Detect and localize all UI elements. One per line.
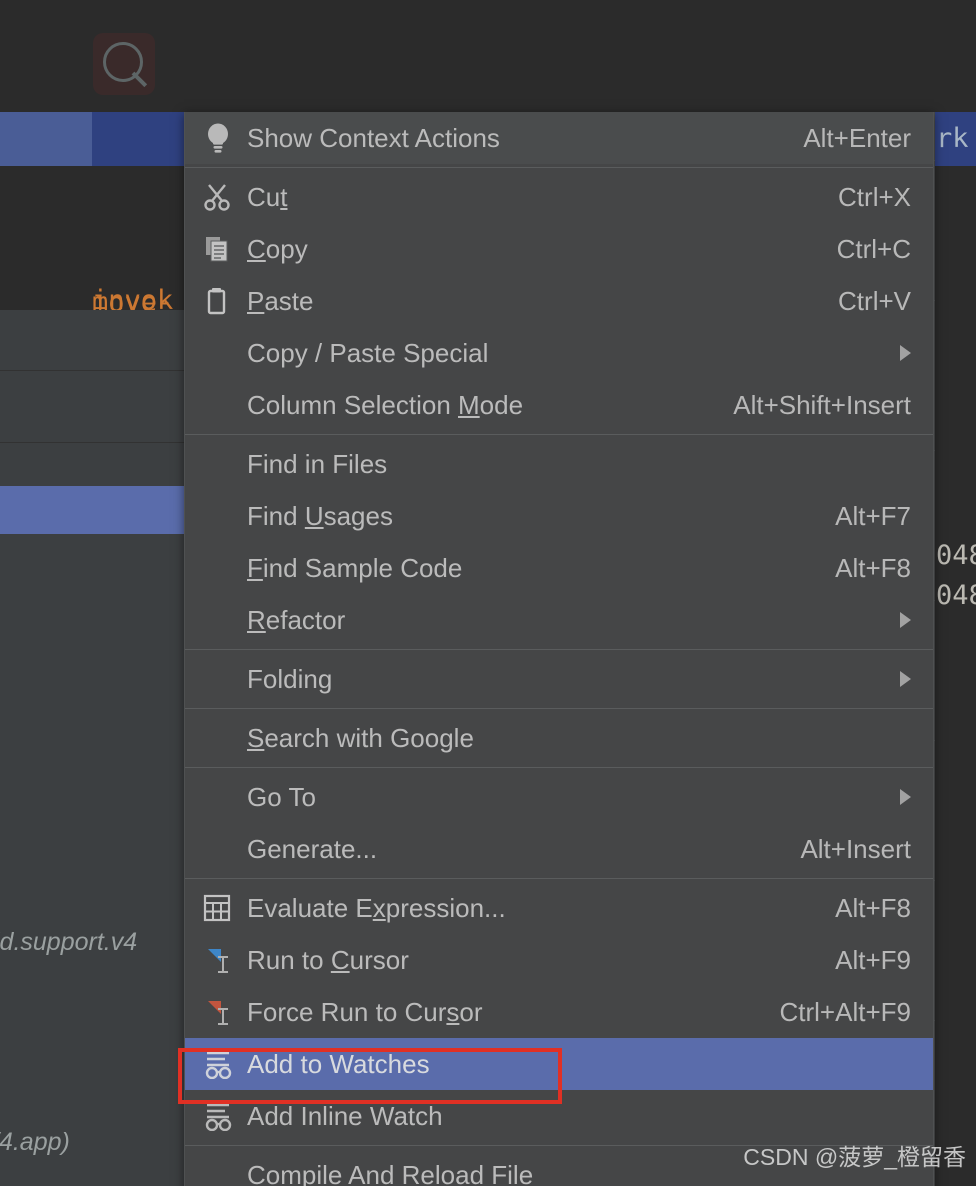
chevron-right-icon — [900, 789, 911, 805]
panel-row-selected[interactable] — [0, 486, 184, 534]
chevron-right-icon — [900, 671, 911, 687]
menu-item-search-with-google[interactable]: Search with Google — [185, 712, 933, 764]
no-icon — [203, 388, 247, 422]
menu-item-label: Find Sample Code — [247, 552, 463, 583]
menu-separator — [185, 649, 933, 650]
menu-item-label: Search with Google — [247, 722, 474, 753]
panel-fragment-support-v4: id.support.v4 — [0, 928, 138, 956]
menu-item-label: Find in Files — [247, 448, 388, 479]
menu-item-find-in-files[interactable]: Find in Files — [185, 438, 933, 490]
chevron-right-icon — [900, 612, 911, 628]
chevron-right-icon — [900, 345, 911, 361]
menu-item-find-sample-code[interactable]: Find Sample Code Alt+F8 — [185, 542, 933, 594]
editor-right-fragment-rk: rk — [936, 123, 969, 154]
gutter-selection — [0, 112, 92, 166]
menu-separator — [185, 434, 933, 435]
run-to-cursor-icon — [203, 943, 247, 977]
menu-item-go-to[interactable]: Go To — [185, 771, 933, 823]
menu-separator — [185, 167, 933, 168]
scissors-icon — [203, 180, 247, 214]
panel-row[interactable] — [0, 534, 184, 834]
search-magnifier-icon — [93, 33, 155, 95]
menu-item-show-context-actions[interactable]: Show Context Actions Alt+Enter — [185, 112, 933, 164]
menu-item-shortcut: Alt+Shift+Insert — [733, 389, 911, 420]
menu-item-copy[interactable]: Copy Ctrl+C — [185, 223, 933, 275]
menu-item-evaluate-expression[interactable]: Evaluate Expression... Alt+F8 — [185, 882, 933, 934]
clipboard-icon — [203, 284, 247, 318]
force-run-to-cursor-icon — [203, 995, 247, 1029]
menu-item-label: Show Context Actions — [247, 122, 500, 153]
lightbulb-icon — [203, 121, 247, 155]
menu-item-label: Column Selection Mode — [247, 389, 524, 420]
menu-item-label: Paste — [247, 285, 314, 316]
menu-item-shortcut: Ctrl+C — [836, 233, 911, 264]
menu-item-label: Force Run to Cursor — [247, 996, 483, 1027]
menu-item-add-inline-watch[interactable]: Add Inline Watch — [185, 1090, 933, 1142]
menu-item-label: Copy — [247, 233, 308, 264]
menu-item-paste[interactable]: Paste Ctrl+V — [185, 275, 933, 327]
menu-item-run-to-cursor[interactable]: Run to Cursor Alt+F9 — [185, 934, 933, 986]
menu-item-shortcut: Ctrl+V — [838, 285, 911, 316]
menu-item-label: Refactor — [247, 604, 346, 635]
no-icon — [203, 603, 247, 637]
no-icon — [203, 447, 247, 481]
evaluate-expression-icon — [203, 891, 247, 925]
editor-right-fragment-048-b: 048 — [936, 580, 976, 611]
menu-separator — [185, 708, 933, 709]
menu-item-shortcut: Alt+Enter — [803, 122, 911, 153]
menu-item-label: Cut — [247, 181, 288, 212]
menu-item-cut[interactable]: Cut Ctrl+X — [185, 171, 933, 223]
no-icon — [203, 499, 247, 533]
panel-row[interactable] — [0, 370, 184, 443]
no-icon — [203, 551, 247, 585]
no-icon — [203, 662, 247, 696]
menu-item-find-usages[interactable]: Find Usages Alt+F7 — [185, 490, 933, 542]
no-icon — [203, 780, 247, 814]
menu-item-force-run-to-cursor[interactable]: Force Run to Cursor Ctrl+Alt+F9 — [185, 986, 933, 1038]
menu-separator — [185, 767, 933, 768]
panel-divider-right-2 — [934, 112, 935, 1186]
menu-item-shortcut: Alt+F9 — [835, 944, 911, 975]
menu-item-label: Copy / Paste Special — [247, 337, 489, 368]
menu-separator — [185, 878, 933, 879]
watches-icon — [203, 1047, 247, 1081]
panel-row[interactable] — [0, 442, 184, 487]
editor-right-fragment-048-a: 048 — [936, 540, 976, 571]
menu-item-label: Run to Cursor — [247, 944, 409, 975]
menu-item-shortcut: Alt+F7 — [835, 500, 911, 531]
menu-item-label: Folding — [247, 663, 333, 694]
menu-item-shortcut: Ctrl+Alt+F9 — [779, 996, 912, 1027]
menu-item-label: Find Usages — [247, 500, 393, 531]
editor-context-menu[interactable]: Show Context Actions Alt+Enter Cut Ctrl+… — [184, 112, 934, 1186]
magnifier-handle-icon — [131, 71, 148, 88]
menu-item-copy-paste-special[interactable]: Copy / Paste Special — [185, 327, 933, 379]
menu-item-shortcut: Alt+F8 — [835, 552, 911, 583]
menu-item-add-to-watches[interactable]: Add to Watches — [185, 1038, 933, 1090]
menu-item-shortcut: Alt+Insert — [800, 833, 911, 864]
menu-item-label: Evaluate Expression... — [247, 892, 506, 923]
copy-icon — [203, 232, 247, 266]
no-icon — [203, 721, 247, 755]
panel-row[interactable] — [0, 310, 184, 371]
menu-item-generate[interactable]: Generate... Alt+Insert — [185, 823, 933, 875]
menu-item-label: Go To — [247, 781, 316, 812]
menu-item-label: Add to Watches — [247, 1048, 430, 1079]
menu-item-label: Generate... — [247, 833, 378, 864]
menu-item-column-selection-mode[interactable]: Column Selection Mode Alt+Shift+Insert — [185, 379, 933, 431]
menu-item-shortcut: Alt+F8 — [835, 892, 911, 923]
debugger-frames-panel — [0, 310, 184, 1186]
panel-fragment-v4-app: /4.app) — [0, 1128, 70, 1156]
no-icon — [203, 832, 247, 866]
watches-icon — [203, 1099, 247, 1133]
csdn-watermark: CSDN @菠萝_橙留香 — [743, 1144, 966, 1170]
menu-item-shortcut: Ctrl+X — [838, 181, 911, 212]
no-icon — [203, 1158, 247, 1186]
menu-item-folding[interactable]: Folding — [185, 653, 933, 705]
menu-item-label: Add Inline Watch — [247, 1100, 443, 1131]
menu-item-refactor[interactable]: Refactor — [185, 594, 933, 646]
no-icon — [203, 336, 247, 370]
